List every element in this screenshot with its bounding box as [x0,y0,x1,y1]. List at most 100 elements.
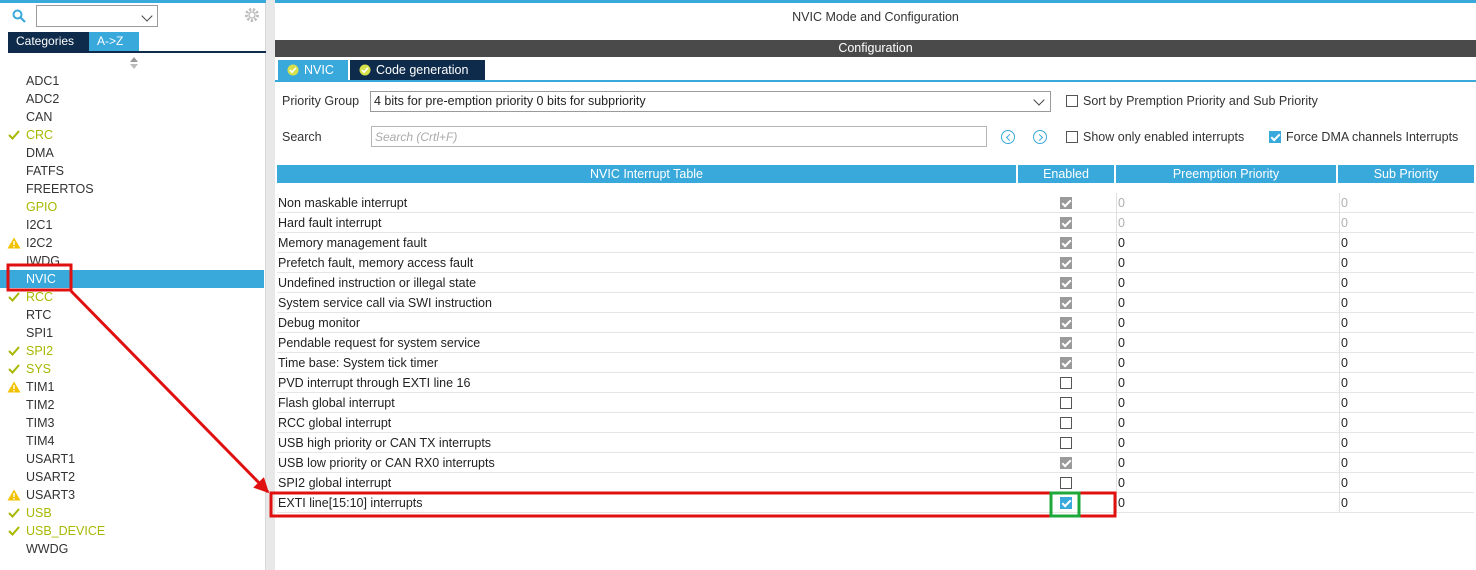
peripheral-item[interactable]: SPI1 [0,324,264,342]
column-header-preemption[interactable]: Preemption Priority [1116,165,1336,183]
column-header-enabled[interactable]: Enabled [1018,165,1114,183]
peripheral-item[interactable]: TIM4 [0,432,264,450]
peripheral-item[interactable]: WWDG [0,540,264,558]
sub-priority-cell[interactable]: 0 [1339,473,1474,493]
preemption-priority-cell[interactable]: 0 [1116,493,1336,513]
tab-code-generation[interactable]: Code generation [350,60,485,80]
table-row[interactable]: EXTI line[15:10] interrupts 0 0 [277,493,1474,513]
preemption-priority-cell[interactable]: 0 [1116,333,1336,353]
sub-priority-cell[interactable]: 0 [1339,393,1474,413]
peripheral-item[interactable]: USB [0,504,264,522]
enabled-checkbox[interactable] [1060,477,1072,489]
table-row[interactable]: Prefetch fault, memory access fault 0 0 [277,253,1474,273]
peripheral-item[interactable]: I2C1 [0,216,264,234]
tab-categories[interactable]: Categories [8,32,89,51]
peripheral-item[interactable]: TIM2 [0,396,264,414]
peripheral-item[interactable]: USART1 [0,450,264,468]
sub-priority-cell[interactable]: 0 [1339,413,1474,433]
interrupt-name: Prefetch fault, memory access fault [278,256,474,270]
table-row[interactable]: Undefined instruction or illegal state 0 0 [277,273,1474,293]
peripheral-item[interactable]: ADC1 [0,72,264,90]
peripheral-item[interactable]: TIM1 [0,378,264,396]
table-row[interactable]: RCC global interrupt 0 0 [277,413,1474,433]
sub-priority-cell[interactable]: 0 [1339,313,1474,333]
sub-priority-cell[interactable]: 0 [1339,273,1474,293]
peripheral-item[interactable]: FATFS [0,162,264,180]
table-row[interactable]: Non maskable interrupt 0 0 [277,193,1474,213]
table-row[interactable]: Flash global interrupt 0 0 [277,393,1474,413]
enabled-checkbox[interactable] [1060,437,1072,449]
table-row[interactable]: System service call via SWI instruction 0… [277,293,1474,313]
peripheral-search-combobox[interactable] [36,5,158,27]
gear-icon[interactable] [244,7,260,23]
search-next-button[interactable] [1033,130,1047,144]
preemption-priority-cell[interactable]: 0 [1116,253,1336,273]
sub-priority-cell[interactable]: 0 [1339,373,1474,393]
table-row[interactable]: SPI2 global interrupt 0 0 [277,473,1474,493]
interrupt-name: Hard fault interrupt [278,216,382,230]
peripheral-item[interactable]: SPI2 [0,342,264,360]
peripheral-item[interactable]: TIM3 [0,414,264,432]
sub-priority-cell[interactable]: 0 [1339,253,1474,273]
tab-nvic[interactable]: NVIC [278,60,348,80]
preemption-priority-cell[interactable]: 0 [1116,293,1336,313]
sub-priority-cell[interactable]: 0 [1339,353,1474,373]
peripheral-item[interactable]: RCC [0,288,264,306]
peripheral-item[interactable]: GPIO [0,198,264,216]
search-previous-button[interactable] [1001,130,1015,144]
interrupt-name: Pendable request for system service [278,336,481,350]
table-row[interactable]: Memory management fault 0 0 [277,233,1474,253]
sub-priority-cell[interactable]: 0 [1339,453,1474,473]
sub-priority-cell[interactable]: 0 [1339,333,1474,353]
panel-splitter[interactable] [266,0,275,570]
enabled-checkbox[interactable] [1060,377,1072,389]
peripheral-item[interactable]: IWDG [0,252,264,270]
peripheral-item[interactable]: RTC [0,306,264,324]
preemption-priority-cell[interactable]: 0 [1116,413,1336,433]
table-row[interactable]: Time base: System tick timer 0 0 [277,353,1474,373]
table-row[interactable]: Pendable request for system service 0 0 [277,333,1474,353]
table-row[interactable]: USB high priority or CAN TX interrupts 0 0 [277,433,1474,453]
peripheral-item[interactable]: ADC2 [0,90,264,108]
preemption-priority-cell[interactable]: 0 [1116,313,1336,333]
preemption-priority-cell[interactable]: 0 [1116,373,1336,393]
preemption-priority-cell[interactable]: 0 [1116,353,1336,373]
peripheral-item[interactable]: NVIC [0,270,264,288]
sub-priority-cell[interactable]: 0 [1339,293,1474,313]
sub-priority-cell[interactable]: 0 [1339,493,1474,513]
force-dma-checkbox[interactable] [1269,131,1281,143]
peripheral-item[interactable]: SYS [0,360,264,378]
sub-priority-cell[interactable]: 0 [1339,433,1474,453]
table-row[interactable]: Hard fault interrupt 0 0 [277,213,1474,233]
table-row[interactable]: PVD interrupt through EXTI line 16 0 0 [277,373,1474,393]
priority-group-select[interactable]: 4 bits for pre-emption priority 0 bits f… [370,91,1051,112]
sort-icon[interactable] [130,57,138,69]
table-row[interactable]: Debug monitor 0 0 [277,313,1474,333]
preemption-priority-cell[interactable]: 0 [1116,433,1336,453]
peripheral-item[interactable]: USART3 [0,486,264,504]
peripheral-item[interactable]: I2C2 [0,234,264,252]
column-header-sub-priority[interactable]: Sub Priority [1338,165,1474,183]
preemption-priority-cell[interactable]: 0 [1116,233,1336,253]
show-enabled-checkbox[interactable] [1066,131,1078,143]
preemption-priority-cell[interactable]: 0 [1116,473,1336,493]
preemption-priority-cell[interactable]: 0 [1116,453,1336,473]
peripheral-item[interactable]: CRC [0,126,264,144]
peripheral-item[interactable]: USB_DEVICE [0,522,264,540]
table-row[interactable]: USB low priority or CAN RX0 interrupts 0 0 [277,453,1474,473]
tab-a-z[interactable]: A->Z [89,32,139,51]
column-header-name[interactable]: NVIC Interrupt Table [277,165,1016,183]
preemption-priority-cell[interactable]: 0 [1116,273,1336,293]
peripheral-item[interactable]: FREERTOS [0,180,264,198]
enabled-checkbox[interactable] [1060,397,1072,409]
peripheral-item[interactable]: DMA [0,144,264,162]
peripheral-item[interactable]: USART2 [0,468,264,486]
sub-priority-cell[interactable]: 0 [1339,233,1474,253]
sort-by-priority-checkbox[interactable] [1066,95,1078,107]
interrupt-search-input[interactable] [371,126,987,147]
enabled-checkbox[interactable] [1060,417,1072,429]
enabled-cell [1017,253,1115,273]
preemption-priority-cell[interactable]: 0 [1116,393,1336,413]
enabled-checkbox[interactable] [1060,497,1072,509]
peripheral-item[interactable]: CAN [0,108,264,126]
